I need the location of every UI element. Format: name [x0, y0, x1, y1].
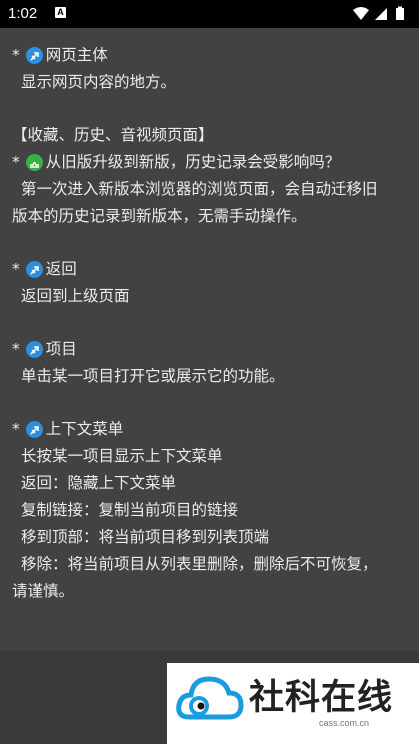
signal-icon — [375, 8, 387, 20]
section-back: * 返回 返回到上级页面 — [12, 256, 413, 310]
context-menu-line: 移除：将当前项目从列表里删除，删除后不可恢复， — [21, 555, 378, 573]
sagittarius-icon — [25, 421, 43, 438]
faq-answer-line: 第一次进入新版本浏览器的浏览页面，会自动迁移旧 — [21, 180, 378, 198]
watermark-title: 社科在线 — [249, 677, 394, 718]
section-main: * 网页主体 显示网页内容的地方。 — [12, 42, 413, 96]
section-title-context-menu: * 上下文菜单 — [12, 420, 124, 438]
section-history: 【收藏、历史、音视频页面】 * 从旧版升级到新版，历史记录会受影响吗？ 第一次进… — [12, 122, 413, 230]
sagittarius-icon — [25, 47, 43, 64]
context-menu-line: 长按某一项目显示上下文菜单 — [21, 447, 223, 465]
status-bar: 1:02 A — [0, 0, 419, 28]
battery-icon — [396, 6, 404, 20]
watermark-url: cass.com.cn — [319, 718, 370, 728]
notification-icon: A — [55, 7, 66, 18]
section-title-back: * 返回 — [12, 260, 77, 278]
sagittarius-icon — [25, 341, 43, 358]
context-menu-line: 复制链接：复制当前项目的链接 — [21, 501, 239, 519]
context-menu-line: 返回：隐藏上下文菜单 — [21, 474, 177, 492]
context-menu-line: 移到顶部：将当前项目移到列表顶端 — [21, 528, 270, 546]
section-title-item: * 项目 — [12, 340, 77, 358]
faq-question: * 从旧版升级到新版，历史记录会受影响吗？ — [12, 153, 341, 171]
status-time: 1:02 — [8, 5, 38, 22]
help-content: * 网页主体 显示网页内容的地方。 【收藏、历史、音视频页面】 * 从旧版升级到… — [0, 28, 419, 650]
sagittarius-icon — [25, 261, 43, 278]
watermark-banner: 社科在线 cass.com.cn — [167, 663, 419, 744]
section-desc-main: 显示网页内容的地方。 — [21, 73, 177, 91]
section-title-main: * 网页主体 — [12, 46, 108, 64]
cloud-logo-icon — [176, 676, 244, 720]
status-icons — [351, 6, 411, 27]
section-context-menu: * 上下文菜单 长按某一项目显示上下文菜单 返回：隐藏上下文菜单 复制链接：复制… — [12, 416, 413, 605]
context-menu-line: 请谨慎。 — [12, 582, 75, 600]
wifi-icon — [353, 7, 369, 20]
section-header-history: 【收藏、历史、音视频页面】 — [12, 126, 214, 144]
libra-icon — [25, 154, 43, 171]
section-desc-item: 单击某一项目打开它或展示它的功能。 — [21, 367, 285, 385]
section-desc-back: 返回到上级页面 — [21, 287, 130, 305]
section-item: * 项目 单击某一项目打开它或展示它的功能。 — [12, 336, 413, 390]
faq-answer-line: 版本的历史记录到新版本，无需手动操作。 — [12, 207, 307, 225]
